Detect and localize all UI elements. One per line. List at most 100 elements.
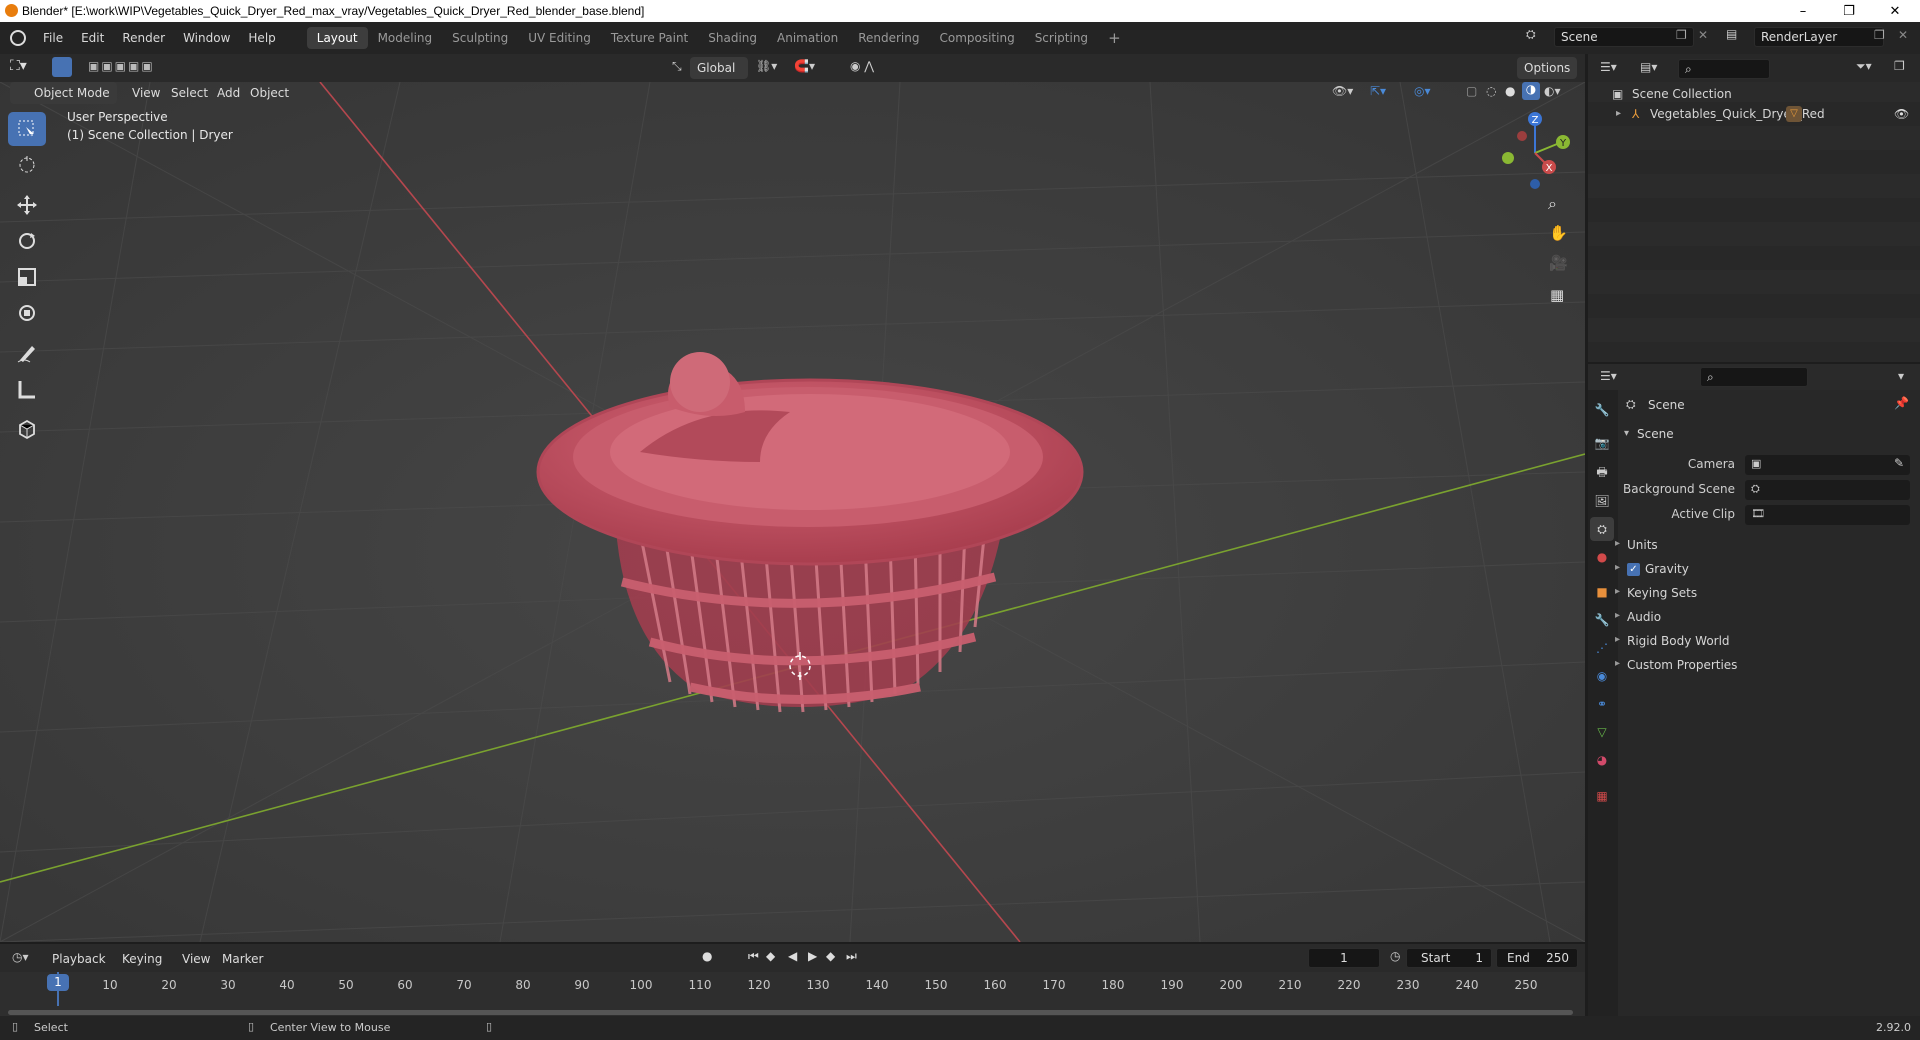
cursor-tool[interactable] <box>8 148 46 182</box>
menu-file[interactable]: File <box>34 27 72 49</box>
tab-sculpting[interactable]: Sculpting <box>442 27 518 49</box>
camera-field[interactable]: ▣ ✎ <box>1745 455 1910 475</box>
physics-tab-icon[interactable]: ◉ <box>1590 664 1614 688</box>
tab-texture-paint[interactable]: Texture Paint <box>601 27 698 49</box>
active-clip-field[interactable]: 🎞 <box>1745 505 1910 525</box>
remove-renderlayer-icon[interactable]: ✕ <box>1898 28 1908 42</box>
editor-type-icon[interactable]: ⛶▾ <box>10 58 27 74</box>
transform-tool[interactable] <box>8 296 46 330</box>
tool-tab-icon[interactable]: 🔧 <box>1590 398 1614 422</box>
options-dropdown[interactable]: Options <box>1517 57 1578 79</box>
prev-keyframe-icon[interactable]: ◆ <box>766 949 775 963</box>
close-button[interactable]: ✕ <box>1872 0 1918 22</box>
tab-animation[interactable]: Animation <box>767 27 848 49</box>
pivot-icon[interactable]: ⛓▾ <box>756 59 777 73</box>
pan-hand-icon[interactable]: ✋ <box>1549 224 1568 242</box>
timeline-scrollbar[interactable] <box>8 1010 1573 1015</box>
viewport-menu-object[interactable]: Object <box>250 82 289 104</box>
tab-compositing[interactable]: Compositing <box>929 27 1024 49</box>
filter-icon[interactable]: ⏷▾ <box>1856 59 1872 74</box>
playhead-frame-badge[interactable]: 1 <box>47 974 69 991</box>
audio-panel[interactable]: Audio <box>1615 610 1661 624</box>
object-tab-icon[interactable]: ■ <box>1590 580 1614 604</box>
custom-properties-panel[interactable]: Custom Properties <box>1615 658 1737 672</box>
properties-search-field[interactable]: ⌕ <box>1700 367 1808 387</box>
shading-material-icon[interactable]: ◑ <box>1522 82 1540 100</box>
end-frame-field[interactable]: End 250 <box>1496 948 1578 968</box>
minimize-button[interactable]: – <box>1780 0 1826 22</box>
modifier-tab-icon[interactable]: 🔧 <box>1590 608 1614 632</box>
add-workspace-button[interactable]: + <box>1098 27 1131 49</box>
pin-icon[interactable]: 📌 <box>1894 396 1909 410</box>
shading-solid-icon[interactable]: ● <box>1505 84 1515 98</box>
measure-tool[interactable] <box>8 372 46 406</box>
shading-wireframe-icon[interactable]: ◌ <box>1486 84 1496 98</box>
keying-sets-panel[interactable]: Keying Sets <box>1615 586 1697 600</box>
timeline-menu-marker[interactable]: Marker <box>222 948 263 970</box>
blender-menu-icon[interactable] <box>10 30 26 46</box>
outliner-editor-icon[interactable]: ☰▾ <box>1600 60 1617 74</box>
constraints-tab-icon[interactable]: ⚭ <box>1590 692 1614 716</box>
particles-tab-icon[interactable]: ⋰ <box>1590 636 1614 660</box>
add-cube-tool[interactable] <box>8 412 46 446</box>
zoom-icon[interactable]: ⌕ <box>1548 194 1557 214</box>
viewport-menu-add[interactable]: Add <box>217 82 240 104</box>
eye-icon[interactable]: 👁 <box>1894 102 1909 126</box>
menu-help[interactable]: Help <box>239 27 284 49</box>
proportional-edit-icon[interactable]: ◉ ⋀ <box>850 59 874 73</box>
output-tab-icon[interactable]: 🖶 <box>1590 461 1614 485</box>
navigation-gizmo[interactable]: Z Y X <box>1490 108 1580 198</box>
units-panel[interactable]: Units <box>1615 538 1658 552</box>
render-tab-icon[interactable]: 📷 <box>1590 431 1614 455</box>
copy-renderlayer-icon[interactable]: ❐ <box>1874 28 1885 42</box>
outliner-display-icon[interactable]: ▤▾ <box>1640 60 1657 74</box>
data-tab-icon[interactable]: ▽ <box>1590 720 1614 744</box>
gravity-panel[interactable]: ✓ Gravity <box>1615 562 1689 576</box>
remove-scene-icon[interactable]: ✕ <box>1698 28 1708 42</box>
viewport-menu-select[interactable]: Select <box>171 82 208 104</box>
expand-arrow-icon[interactable]: ▸ <box>1616 102 1621 126</box>
gravity-checkbox[interactable]: ✓ <box>1627 563 1640 576</box>
object-mode-dropdown[interactable]: Object Mode <box>10 82 117 104</box>
play-reverse-icon[interactable]: ◀ <box>788 949 797 963</box>
menu-render[interactable]: Render <box>113 27 174 49</box>
properties-options-icon[interactable]: ▾ <box>1898 369 1904 383</box>
move-tool[interactable] <box>8 188 46 222</box>
maximize-button[interactable]: ❐ <box>1826 0 1872 22</box>
jump-start-icon[interactable]: ⏮ <box>748 949 759 964</box>
overlay-toggle-icon[interactable]: ◎▾ <box>1414 84 1431 98</box>
scale-tool[interactable] <box>8 260 46 294</box>
current-frame-field[interactable]: 1 <box>1308 948 1380 968</box>
next-keyframe-icon[interactable]: ◆ <box>826 949 835 963</box>
play-icon[interactable]: ▶ <box>808 949 817 963</box>
renderlayer-field[interactable]: RenderLayer <box>1754 27 1884 47</box>
outliner-search-field[interactable]: ⌕ <box>1678 59 1770 79</box>
shading-rendered-icon[interactable]: ◐▾ <box>1544 84 1561 98</box>
world-tab-icon[interactable]: ● <box>1590 545 1614 569</box>
renderlayer-icon[interactable]: ▤ <box>1726 27 1737 41</box>
camera-view-icon[interactable]: 🎥 <box>1549 254 1568 272</box>
3d-viewport[interactable]: User Perspective (1) Scene Collection | … <box>0 82 1585 942</box>
orientation-dropdown[interactable]: Global <box>690 57 748 79</box>
tab-layout[interactable]: Layout <box>306 27 368 49</box>
tab-modeling[interactable]: Modeling <box>368 27 443 49</box>
menu-window[interactable]: Window <box>174 27 239 49</box>
start-frame-field[interactable]: Start 1 <box>1406 948 1492 968</box>
timeline-editor-icon[interactable]: ◷▾ <box>12 950 29 964</box>
scene-icon[interactable]: ⛭ <box>1526 27 1536 42</box>
rigid-body-world-panel[interactable]: Rigid Body World <box>1615 634 1730 648</box>
material-tab-icon[interactable]: ◕ <box>1590 748 1614 772</box>
scene-section-title[interactable]: Scene <box>1637 427 1674 441</box>
timeline-menu-view[interactable]: View <box>182 948 210 970</box>
tab-rendering[interactable]: Rendering <box>848 27 929 49</box>
timeline-menu-playback[interactable]: Playback <box>52 948 106 970</box>
timeline-menu-keying[interactable]: Keying <box>122 948 162 970</box>
viewport-menu-view[interactable]: View <box>132 82 160 104</box>
properties-editor-icon[interactable]: ☰▾ <box>1600 369 1617 383</box>
annotate-tool[interactable] <box>8 336 46 370</box>
jump-end-icon[interactable]: ⏭ <box>846 949 857 964</box>
rotate-tool[interactable] <box>8 224 46 258</box>
tab-uv-editing[interactable]: UV Editing <box>518 27 601 49</box>
tab-shading[interactable]: Shading <box>698 27 767 49</box>
select-mode-icon[interactable] <box>52 57 72 77</box>
